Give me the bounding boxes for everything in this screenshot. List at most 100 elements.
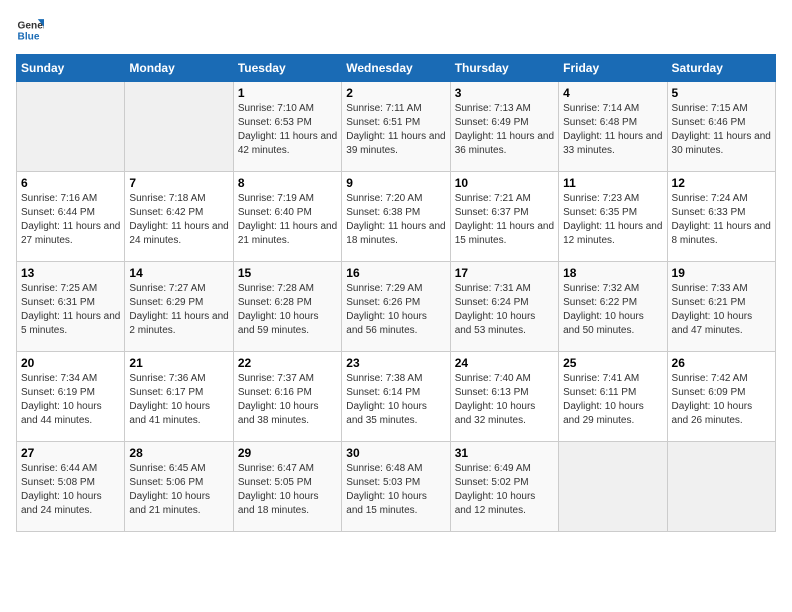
calendar-cell: 5 Sunrise: 7:15 AM Sunset: 6:46 PM Daylig…	[667, 82, 775, 172]
calendar-cell: 31 Sunrise: 6:49 AM Sunset: 5:02 PM Dayli…	[450, 442, 558, 532]
day-number: 28	[129, 446, 228, 460]
day-number: 17	[455, 266, 554, 280]
day-number: 9	[346, 176, 445, 190]
calendar-cell: 15 Sunrise: 7:28 AM Sunset: 6:28 PM Dayli…	[233, 262, 341, 352]
day-number: 26	[672, 356, 771, 370]
calendar-cell: 12Sunrise: 7:24 AM Sunset: 6:33 PM Dayli…	[667, 172, 775, 262]
day-info: Sunrise: 6:44 AM Sunset: 5:08 PM Dayligh…	[21, 462, 120, 518]
svg-text:General: General	[18, 20, 44, 31]
col-header-tuesday: Tuesday	[233, 55, 341, 82]
day-info: Sunrise: 7:25 AM Sunset: 6:31 PM Dayligh…	[21, 282, 120, 338]
calendar-cell: 22 Sunrise: 7:37 AM Sunset: 6:16 PM Dayli…	[233, 352, 341, 442]
calendar-cell: 21 Sunrise: 7:36 AM Sunset: 6:17 PM Dayli…	[125, 352, 233, 442]
day-info: Sunrise: 6:48 AM Sunset: 5:03 PM Dayligh…	[346, 462, 445, 518]
col-header-saturday: Saturday	[667, 55, 775, 82]
day-number: 5	[672, 86, 771, 100]
day-info: Sunrise: 7:27 AM Sunset: 6:29 PM Dayligh…	[129, 282, 228, 338]
calendar-cell: 25Sunrise: 7:41 AM Sunset: 6:11 PM Dayli…	[559, 352, 667, 442]
calendar-cell: 23 Sunrise: 7:38 AM Sunset: 6:14 PM Dayli…	[342, 352, 450, 442]
day-info: Sunrise: 6:49 AM Sunset: 5:02 PM Dayligh…	[455, 462, 554, 518]
calendar-cell: 2 Sunrise: 7:11 AM Sunset: 6:51 PM Daylig…	[342, 82, 450, 172]
day-number: 10	[455, 176, 554, 190]
col-header-monday: Monday	[125, 55, 233, 82]
logo-icon: General Blue	[16, 16, 44, 44]
col-header-wednesday: Wednesday	[342, 55, 450, 82]
calendar-cell: 8 Sunrise: 7:19 AM Sunset: 6:40 PM Daylig…	[233, 172, 341, 262]
day-number: 18	[563, 266, 662, 280]
day-info: Sunrise: 7:37 AM Sunset: 6:16 PM Dayligh…	[238, 372, 337, 428]
day-number: 21	[129, 356, 228, 370]
day-number: 24	[455, 356, 554, 370]
day-number: 8	[238, 176, 337, 190]
day-number: 29	[238, 446, 337, 460]
calendar-cell: 16Sunrise: 7:29 AM Sunset: 6:26 PM Dayli…	[342, 262, 450, 352]
calendar-week-row: 1Sunrise: 7:10 AM Sunset: 6:53 PM Daylig…	[17, 82, 776, 172]
col-header-friday: Friday	[559, 55, 667, 82]
day-info: Sunrise: 7:20 AM Sunset: 6:38 PM Dayligh…	[346, 192, 445, 248]
calendar-cell: 6Sunrise: 7:16 AM Sunset: 6:44 PM Daylig…	[17, 172, 125, 262]
calendar-cell: 9 Sunrise: 7:20 AM Sunset: 6:38 PM Daylig…	[342, 172, 450, 262]
calendar-cell: 24 Sunrise: 7:40 AM Sunset: 6:13 PM Dayli…	[450, 352, 558, 442]
calendar-header-row: SundayMondayTuesdayWednesdayThursdayFrid…	[17, 55, 776, 82]
day-number: 12	[672, 176, 771, 190]
day-info: Sunrise: 7:33 AM Sunset: 6:21 PM Dayligh…	[672, 282, 771, 338]
day-info: Sunrise: 7:38 AM Sunset: 6:14 PM Dayligh…	[346, 372, 445, 428]
day-number: 31	[455, 446, 554, 460]
day-info: Sunrise: 7:36 AM Sunset: 6:17 PM Dayligh…	[129, 372, 228, 428]
calendar-cell: 1Sunrise: 7:10 AM Sunset: 6:53 PM Daylig…	[233, 82, 341, 172]
calendar-cell: 29Sunrise: 6:47 AM Sunset: 5:05 PM Dayli…	[233, 442, 341, 532]
calendar-cell: 27 Sunrise: 6:44 AM Sunset: 5:08 PM Dayli…	[17, 442, 125, 532]
day-info: Sunrise: 7:18 AM Sunset: 6:42 PM Dayligh…	[129, 192, 228, 248]
day-number: 23	[346, 356, 445, 370]
calendar-week-row: 27 Sunrise: 6:44 AM Sunset: 5:08 PM Dayli…	[17, 442, 776, 532]
day-number: 14	[129, 266, 228, 280]
col-header-thursday: Thursday	[450, 55, 558, 82]
calendar-cell: 28 Sunrise: 6:45 AM Sunset: 5:06 PM Dayli…	[125, 442, 233, 532]
day-info: Sunrise: 7:21 AM Sunset: 6:37 PM Dayligh…	[455, 192, 554, 248]
day-number: 3	[455, 86, 554, 100]
day-info: Sunrise: 7:11 AM Sunset: 6:51 PM Dayligh…	[346, 102, 445, 158]
calendar-cell: 11 Sunrise: 7:23 AM Sunset: 6:35 PM Dayli…	[559, 172, 667, 262]
day-number: 19	[672, 266, 771, 280]
day-info: Sunrise: 7:41 AM Sunset: 6:11 PM Dayligh…	[563, 372, 662, 428]
logo: General Blue	[16, 16, 48, 44]
day-number: 2	[346, 86, 445, 100]
calendar-week-row: 20 Sunrise: 7:34 AM Sunset: 6:19 PM Dayli…	[17, 352, 776, 442]
day-info: Sunrise: 7:23 AM Sunset: 6:35 PM Dayligh…	[563, 192, 662, 248]
day-number: 16	[346, 266, 445, 280]
day-number: 27	[21, 446, 120, 460]
calendar-cell: 26Sunrise: 7:42 AM Sunset: 6:09 PM Dayli…	[667, 352, 775, 442]
day-number: 4	[563, 86, 662, 100]
day-number: 22	[238, 356, 337, 370]
calendar-cell	[125, 82, 233, 172]
calendar-cell: 17Sunrise: 7:31 AM Sunset: 6:24 PM Dayli…	[450, 262, 558, 352]
day-number: 15	[238, 266, 337, 280]
day-info: Sunrise: 6:45 AM Sunset: 5:06 PM Dayligh…	[129, 462, 228, 518]
calendar-table: SundayMondayTuesdayWednesdayThursdayFrid…	[16, 54, 776, 532]
day-info: Sunrise: 7:15 AM Sunset: 6:46 PM Dayligh…	[672, 102, 771, 158]
calendar-cell: 10 Sunrise: 7:21 AM Sunset: 6:37 PM Dayli…	[450, 172, 558, 262]
calendar-cell: 4Sunrise: 7:14 AM Sunset: 6:48 PM Daylig…	[559, 82, 667, 172]
calendar-cell: 18Sunrise: 7:32 AM Sunset: 6:22 PM Dayli…	[559, 262, 667, 352]
calendar-cell: 20 Sunrise: 7:34 AM Sunset: 6:19 PM Dayli…	[17, 352, 125, 442]
day-number: 6	[21, 176, 120, 190]
calendar-cell: 19 Sunrise: 7:33 AM Sunset: 6:21 PM Dayli…	[667, 262, 775, 352]
calendar-week-row: 13Sunrise: 7:25 AM Sunset: 6:31 PM Dayli…	[17, 262, 776, 352]
calendar-cell: 30Sunrise: 6:48 AM Sunset: 5:03 PM Dayli…	[342, 442, 450, 532]
page-header: General Blue	[16, 16, 776, 44]
calendar-week-row: 6Sunrise: 7:16 AM Sunset: 6:44 PM Daylig…	[17, 172, 776, 262]
calendar-cell: 7Sunrise: 7:18 AM Sunset: 6:42 PM Daylig…	[125, 172, 233, 262]
calendar-cell	[17, 82, 125, 172]
day-number: 20	[21, 356, 120, 370]
day-number: 11	[563, 176, 662, 190]
calendar-cell	[559, 442, 667, 532]
day-info: Sunrise: 7:13 AM Sunset: 6:49 PM Dayligh…	[455, 102, 554, 158]
day-info: Sunrise: 7:34 AM Sunset: 6:19 PM Dayligh…	[21, 372, 120, 428]
day-info: Sunrise: 7:19 AM Sunset: 6:40 PM Dayligh…	[238, 192, 337, 248]
day-number: 1	[238, 86, 337, 100]
day-info: Sunrise: 7:40 AM Sunset: 6:13 PM Dayligh…	[455, 372, 554, 428]
calendar-cell: 14 Sunrise: 7:27 AM Sunset: 6:29 PM Dayli…	[125, 262, 233, 352]
calendar-cell	[667, 442, 775, 532]
col-header-sunday: Sunday	[17, 55, 125, 82]
day-info: Sunrise: 7:28 AM Sunset: 6:28 PM Dayligh…	[238, 282, 337, 338]
